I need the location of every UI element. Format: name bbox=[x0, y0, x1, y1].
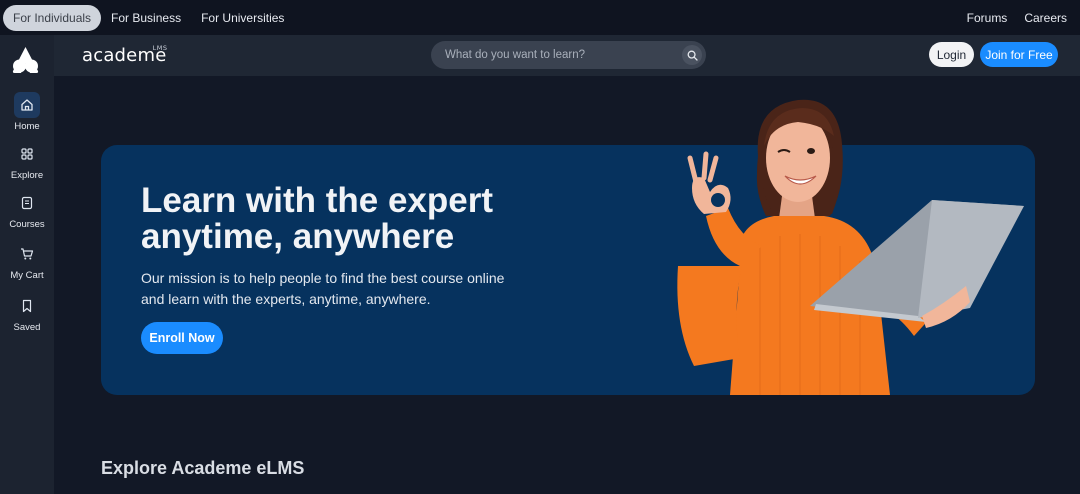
search-input[interactable] bbox=[431, 49, 666, 61]
grid-icon bbox=[14, 141, 40, 167]
home-icon bbox=[14, 92, 40, 118]
sidebar-item-my-cart[interactable]: My Cart bbox=[0, 241, 54, 281]
sidebar-item-explore[interactable]: Explore bbox=[0, 141, 54, 181]
brand-lms-label: LMS bbox=[152, 44, 168, 52]
sidebar-item-courses[interactable]: Courses bbox=[0, 190, 54, 230]
academe-logo-icon[interactable] bbox=[11, 46, 40, 74]
sidebar-item-label: Explore bbox=[10, 170, 44, 181]
hero-title-line-1: Learn with the expert bbox=[141, 181, 494, 220]
explore-section-title: Explore Academe eLMS bbox=[101, 458, 305, 478]
hero-description-line-2: and learn with the experts, anytime, any… bbox=[141, 291, 431, 307]
woman-with-laptop-photo bbox=[677, 99, 1024, 395]
search-bar bbox=[431, 41, 706, 69]
tab-for-universities[interactable]: For Universities bbox=[191, 5, 294, 31]
search-button[interactable] bbox=[682, 45, 702, 65]
join-for-free-button[interactable]: Join for Free bbox=[980, 42, 1058, 67]
forums-link[interactable]: Forums bbox=[957, 5, 1015, 31]
hero-description-line-1: Our mission is to help people to find th… bbox=[141, 270, 505, 286]
hero-title-line-2: anytime, anywhere bbox=[141, 217, 455, 256]
sidebar-item-label: My Cart bbox=[10, 270, 44, 281]
top-links: Forums Careers bbox=[957, 5, 1080, 31]
hero-description: Our mission is to help people to find th… bbox=[141, 268, 521, 310]
tab-for-business[interactable]: For Business bbox=[101, 5, 191, 31]
sidebar-item-label: Saved bbox=[13, 322, 41, 333]
tab-for-individuals[interactable]: For Individuals bbox=[3, 4, 102, 31]
sidebar: Home Explore Courses My Cart Saved bbox=[0, 35, 54, 494]
enroll-now-button[interactable]: Enroll Now bbox=[141, 322, 223, 354]
hero-title: Learn with the expert anytime, anywhere bbox=[141, 183, 561, 255]
sidebar-item-home[interactable]: Home bbox=[0, 92, 54, 132]
cart-icon bbox=[14, 241, 40, 267]
bookmark-icon bbox=[14, 293, 40, 319]
search-icon bbox=[687, 50, 698, 61]
brand-logo[interactable]: academe LMS bbox=[82, 44, 168, 68]
login-button[interactable]: Login bbox=[929, 42, 974, 67]
sidebar-item-label: Courses bbox=[9, 219, 45, 230]
careers-link[interactable]: Careers bbox=[1014, 5, 1074, 31]
top-audience-bar: For Individuals For Business For Univers… bbox=[0, 0, 1080, 35]
sidebar-item-saved[interactable]: Saved bbox=[0, 293, 54, 333]
main-header: academe LMS Login Join for Free bbox=[54, 35, 1080, 76]
book-icon bbox=[14, 190, 40, 216]
sidebar-item-label: Home bbox=[14, 121, 40, 132]
